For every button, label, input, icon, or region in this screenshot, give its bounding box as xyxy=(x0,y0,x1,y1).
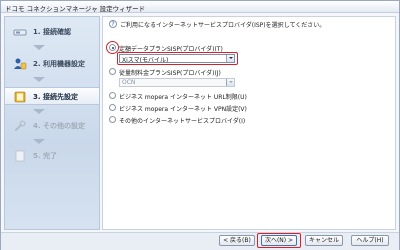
step-label: 2. 利用機器設定 xyxy=(33,60,85,68)
radio-button[interactable] xyxy=(109,68,116,75)
step-arrow xyxy=(33,139,45,144)
title-bar: ドコモ コネクションマネージャ 設定ウィザード xyxy=(1,1,399,13)
step-connection-check: 1. 接続確認 xyxy=(5,23,99,41)
step-other-settings: 4. その他の設定 xyxy=(5,117,99,135)
step-arrow xyxy=(33,45,45,50)
book-icon xyxy=(13,90,27,104)
question-icon: ? xyxy=(109,20,117,28)
radio-button[interactable] xyxy=(109,92,116,99)
back-button[interactable]: < 戻る(B) xyxy=(219,235,255,246)
step-arrow xyxy=(33,109,45,114)
radio-button[interactable] xyxy=(109,104,116,111)
step-arrow xyxy=(33,77,45,82)
radio-label: ビジネス mopera インターネット VPN設定(V) xyxy=(119,106,247,113)
step-label: 4. その他の設定 xyxy=(33,122,85,130)
step-device-setting: 2. 利用機器設定 xyxy=(5,55,99,73)
step-destination-setting: 3. 接続先設定 xyxy=(5,87,99,105)
cancel-button[interactable]: キャンセル xyxy=(305,235,343,246)
main-panel: ? ご利用になるインターネットサービスプロバイダ(ISP)を選択してください。 … xyxy=(102,16,396,230)
wrench-icon xyxy=(13,119,27,133)
document-icon xyxy=(13,149,27,163)
instruction-text: ご利用になるインターネットサービスプロバイダ(ISP)を選択してください。 xyxy=(120,22,326,29)
checked-clipboard-icon xyxy=(13,25,27,39)
step-complete: 5. 完了 xyxy=(5,147,99,165)
radio-button[interactable] xyxy=(109,116,116,123)
step-label: 5. 完了 xyxy=(33,152,57,160)
radio-label: ビジネス mopera インターネット URL制限(U) xyxy=(119,94,247,101)
steps-sidebar: 1. 接続確認 2. 利用機器設定 3. 接続先設定 4. その他の設定 5. … xyxy=(4,16,100,230)
next-highlight-box xyxy=(257,233,301,248)
step-label: 3. 接続先設定 xyxy=(33,93,78,101)
metered-isp-select[interactable]: OCN xyxy=(119,78,235,87)
person-device-icon xyxy=(13,57,27,71)
wizard-window: ドコモ コネクションマネージャ 設定ウィザード 1. 接続確認 2. 利用機器設… xyxy=(0,0,400,250)
select-highlight-box xyxy=(117,52,238,65)
select-value: OCN xyxy=(122,79,136,86)
radio-label: その他のインターネットサービスプロバイダ(I) xyxy=(119,118,246,125)
help-button[interactable]: ヘルプ(H) xyxy=(351,235,389,246)
radio-label: 従量制料金プランSISP(プロバイダ)(J) xyxy=(119,70,221,77)
window-title: ドコモ コネクションマネージャ 設定ウィザード xyxy=(5,5,146,13)
step-label: 1. 接続確認 xyxy=(33,28,71,36)
chevron-down-icon[interactable] xyxy=(226,79,234,86)
